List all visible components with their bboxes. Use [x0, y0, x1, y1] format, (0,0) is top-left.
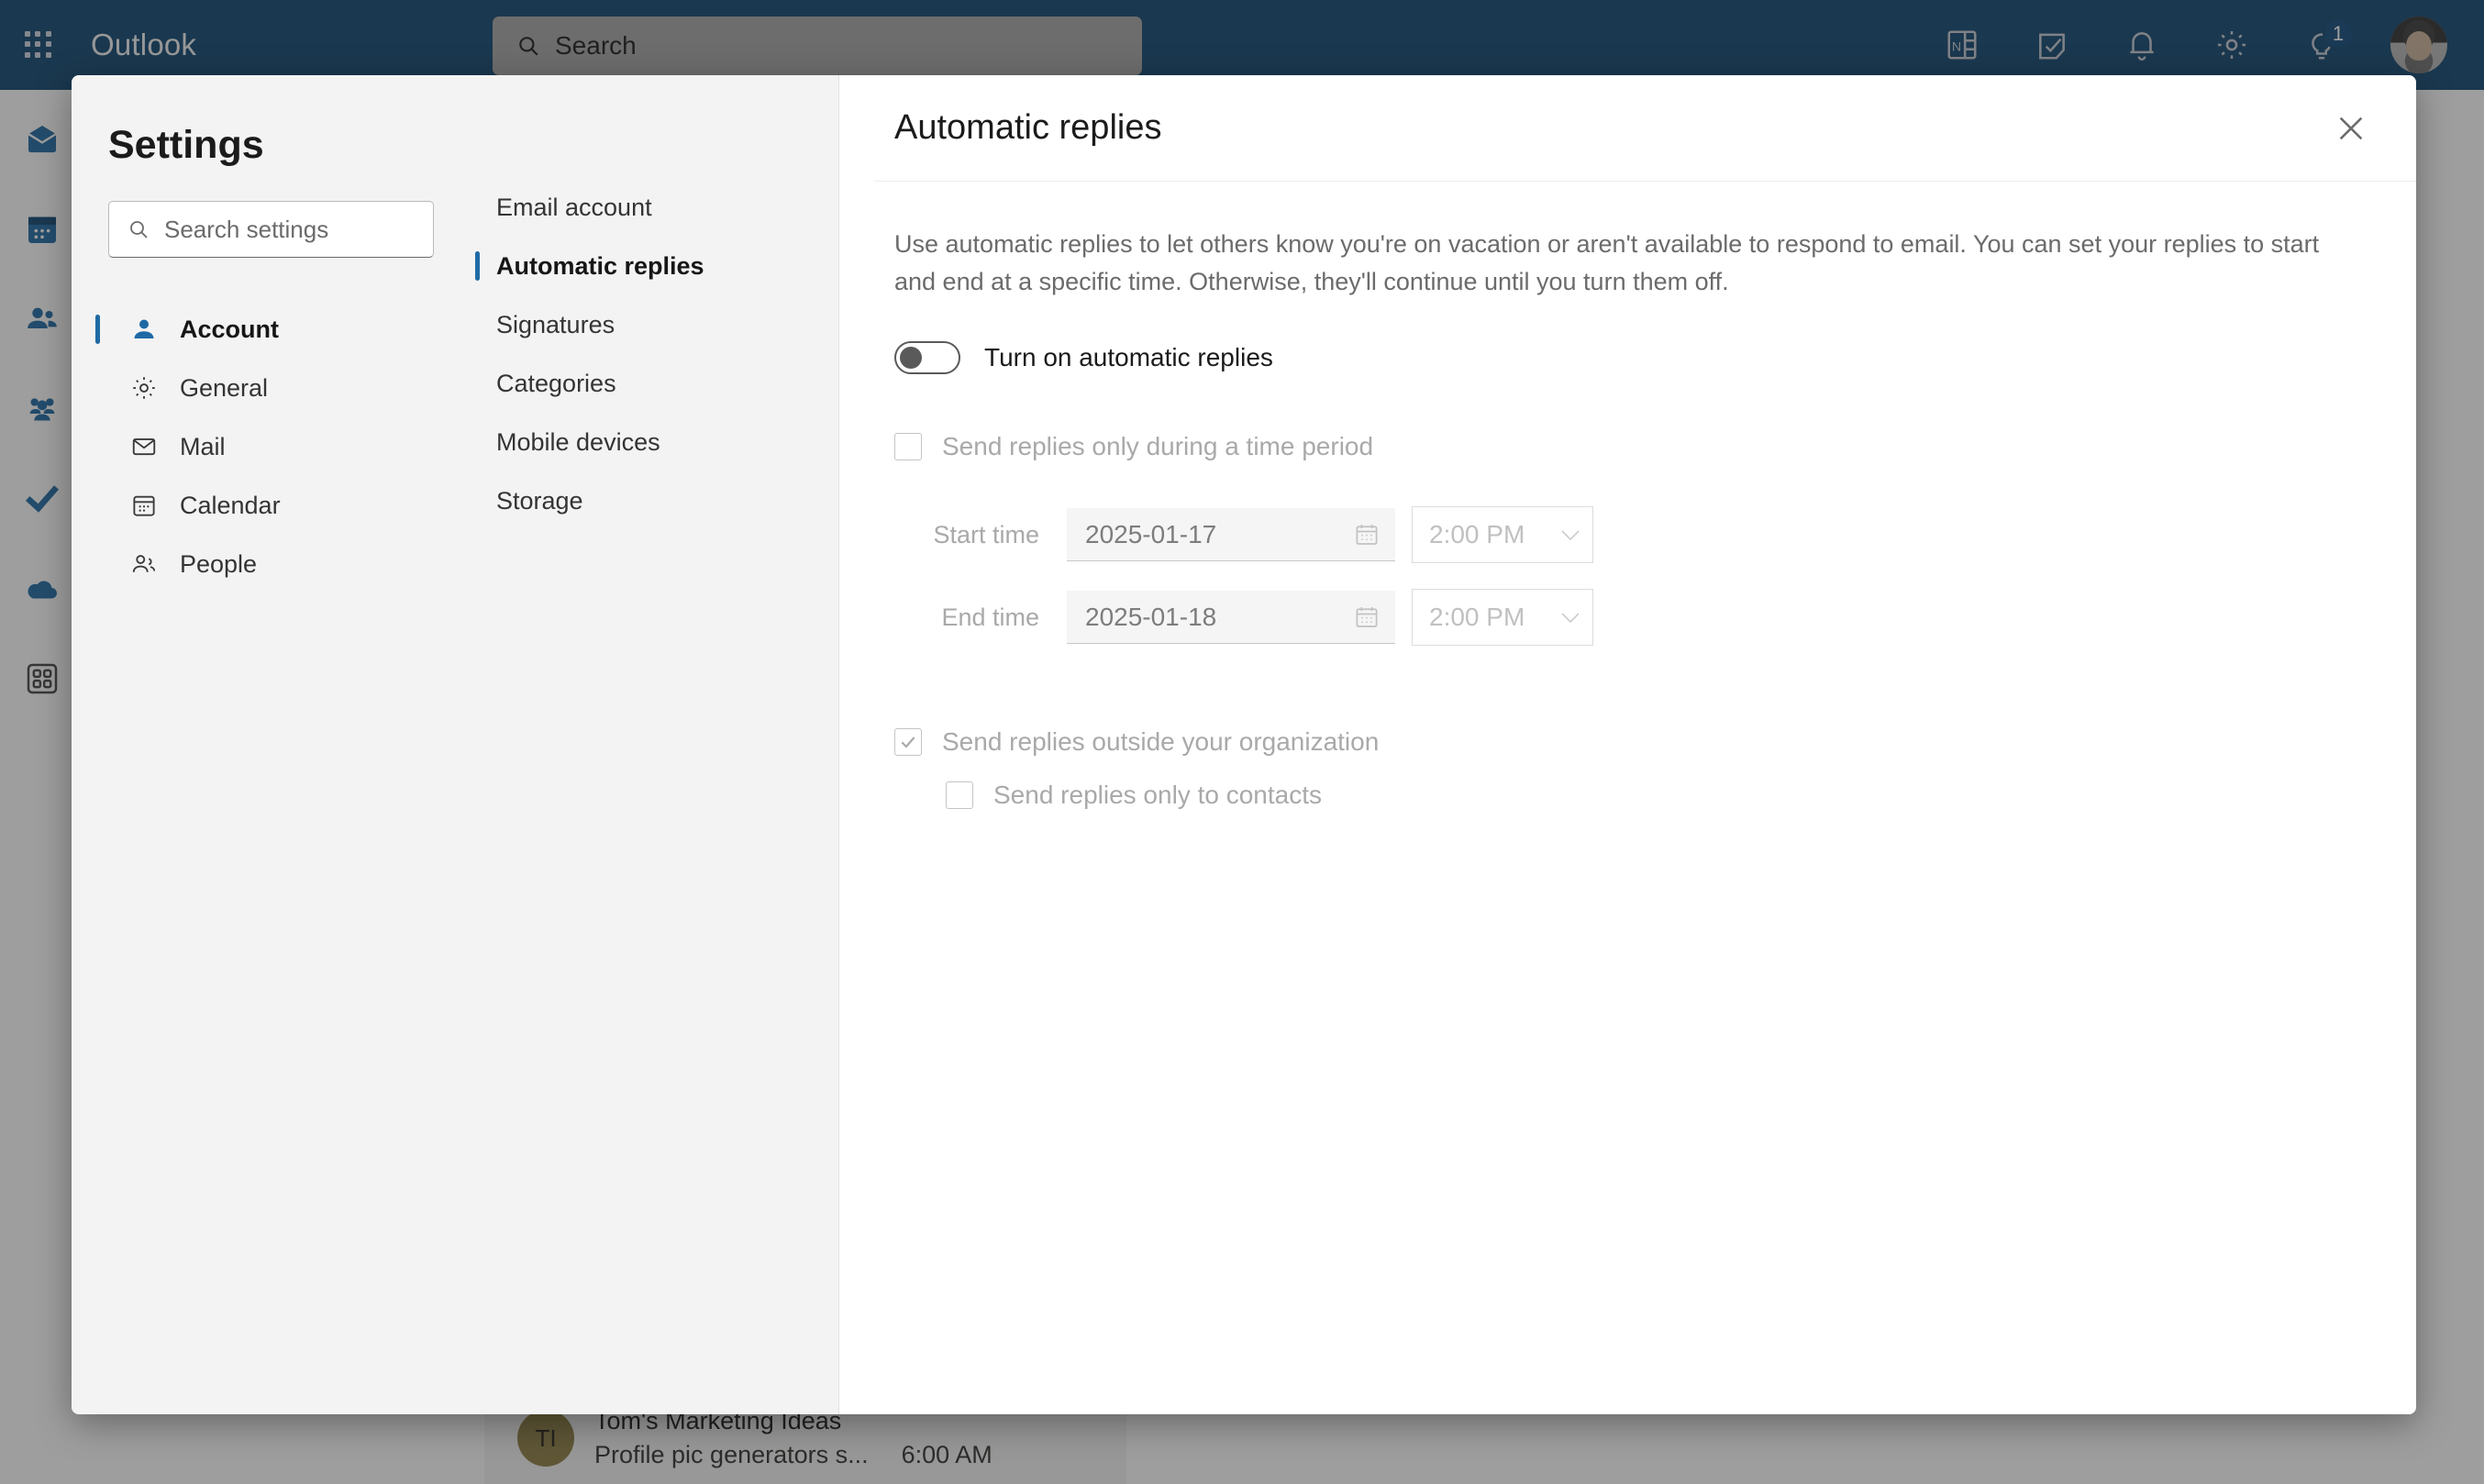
calendar-icon	[1353, 604, 1381, 631]
envelope-icon	[130, 433, 158, 460]
settings-category-label: General	[180, 373, 269, 402]
settings-panel-body: Use automatic replies to let others know…	[874, 182, 2416, 822]
send-replies-outside-org-row: Send replies outside your organization	[894, 715, 2361, 769]
send-replies-outside-org-checkbox[interactable]	[894, 728, 922, 757]
toggle-label: Turn on automatic replies	[984, 343, 1273, 372]
send-replies-outside-org-label: Send replies outside your organization	[942, 727, 1380, 757]
settings-subcategory-label: Automatic replies	[496, 251, 704, 280]
settings-category-calendar[interactable]: Calendar	[72, 476, 472, 535]
page-title: Automatic replies	[894, 108, 1162, 147]
send-replies-time-period-checkbox[interactable]	[894, 433, 922, 461]
settings-subcategory-label: Signatures	[496, 310, 615, 338]
settings-category-general[interactable]: General	[72, 359, 472, 417]
settings-panel: Automatic replies Use automatic replies …	[839, 75, 2416, 1414]
settings-subcategory-label: Storage	[496, 486, 583, 515]
settings-subcategory-categories[interactable]: Categories	[472, 354, 838, 413]
chevron-down-icon	[1559, 527, 1581, 542]
start-time-value: 2:00 PM	[1429, 520, 1525, 549]
send-replies-contacts-only-checkbox[interactable]	[946, 781, 973, 810]
time-period-fields: Start time 2025-01-17 2:00 PM End time 2…	[894, 493, 2361, 659]
end-time-label: End time	[941, 603, 1039, 631]
settings-panel-header: Automatic replies	[874, 75, 2416, 182]
checkmark-icon	[901, 736, 915, 748]
settings-category-label: People	[180, 549, 258, 578]
calendar-icon	[130, 492, 158, 519]
close-icon[interactable]	[2323, 100, 2379, 157]
gear-icon	[130, 374, 158, 402]
time-period-section: Send replies only during a time period S…	[894, 420, 2361, 659]
settings-title: Settings	[108, 123, 264, 167]
settings-category-label: Mail	[180, 432, 226, 460]
settings-subcategory-storage[interactable]: Storage	[472, 471, 838, 530]
start-date-input[interactable]: 2025-01-17	[1067, 508, 1395, 562]
settings-category-account[interactable]: Account	[72, 300, 472, 359]
settings-subcategory-automatic-replies[interactable]: Automatic replies	[472, 237, 838, 295]
settings-subcategory-label: Categories	[496, 369, 616, 397]
start-time-label: Start time	[933, 520, 1039, 548]
automatic-replies-toggle-row: Turn on automatic replies	[894, 341, 2361, 375]
people-icon	[130, 550, 158, 578]
end-date-input[interactable]: 2025-01-18	[1067, 591, 1395, 645]
start-time-row: Start time 2025-01-17 2:00 PM	[894, 493, 2361, 576]
settings-category-list: Account General Mail Calendar People	[72, 300, 472, 593]
settings-category-mail[interactable]: Mail	[72, 417, 472, 476]
outside-organization-section: Send replies outside your organization S…	[894, 715, 2361, 822]
settings-subcategory-label: Mobile devices	[496, 427, 660, 456]
settings-dialog: Settings Search settings Account General…	[72, 75, 2416, 1414]
toggle-knob	[900, 347, 922, 370]
send-replies-time-period-label: Send replies only during a time period	[942, 432, 1374, 461]
settings-subcategory-email-account[interactable]: Email account	[472, 178, 838, 237]
settings-category-people[interactable]: People	[72, 535, 472, 593]
automatic-replies-description: Use automatic replies to let others know…	[894, 230, 2320, 296]
end-date-value: 2025-01-18	[1085, 602, 1217, 631]
settings-subcategory-mobile-devices[interactable]: Mobile devices	[472, 413, 838, 471]
settings-subcategory-signatures[interactable]: Signatures	[472, 295, 838, 354]
calendar-icon	[1353, 521, 1381, 548]
end-time-row: End time 2025-01-18 2:00 PM	[894, 576, 2361, 659]
send-replies-time-period-row: Send replies only during a time period	[894, 420, 2361, 473]
settings-search-placeholder: Search settings	[164, 215, 329, 243]
settings-category-label: Account	[180, 315, 279, 343]
settings-category-label: Calendar	[180, 491, 281, 519]
chevron-down-icon	[1559, 610, 1581, 625]
settings-search-input[interactable]: Search settings	[108, 201, 434, 258]
start-time-select[interactable]: 2:00 PM	[1412, 506, 1593, 564]
person-icon	[130, 316, 158, 343]
start-date-value: 2025-01-17	[1085, 519, 1217, 548]
end-time-select[interactable]: 2:00 PM	[1412, 589, 1593, 647]
turn-on-automatic-replies-toggle[interactable]	[894, 341, 960, 375]
settings-categories-column: Settings Search settings Account General…	[72, 75, 472, 1414]
send-replies-contacts-only-row: Send replies only to contacts	[894, 769, 2361, 822]
send-replies-contacts-only-label: Send replies only to contacts	[993, 781, 1322, 810]
settings-subcategory-column: Email account Automatic replies Signatur…	[472, 75, 839, 1414]
end-time-value: 2:00 PM	[1429, 603, 1525, 632]
settings-subcategory-label: Email account	[496, 193, 652, 221]
search-icon	[130, 221, 148, 238]
